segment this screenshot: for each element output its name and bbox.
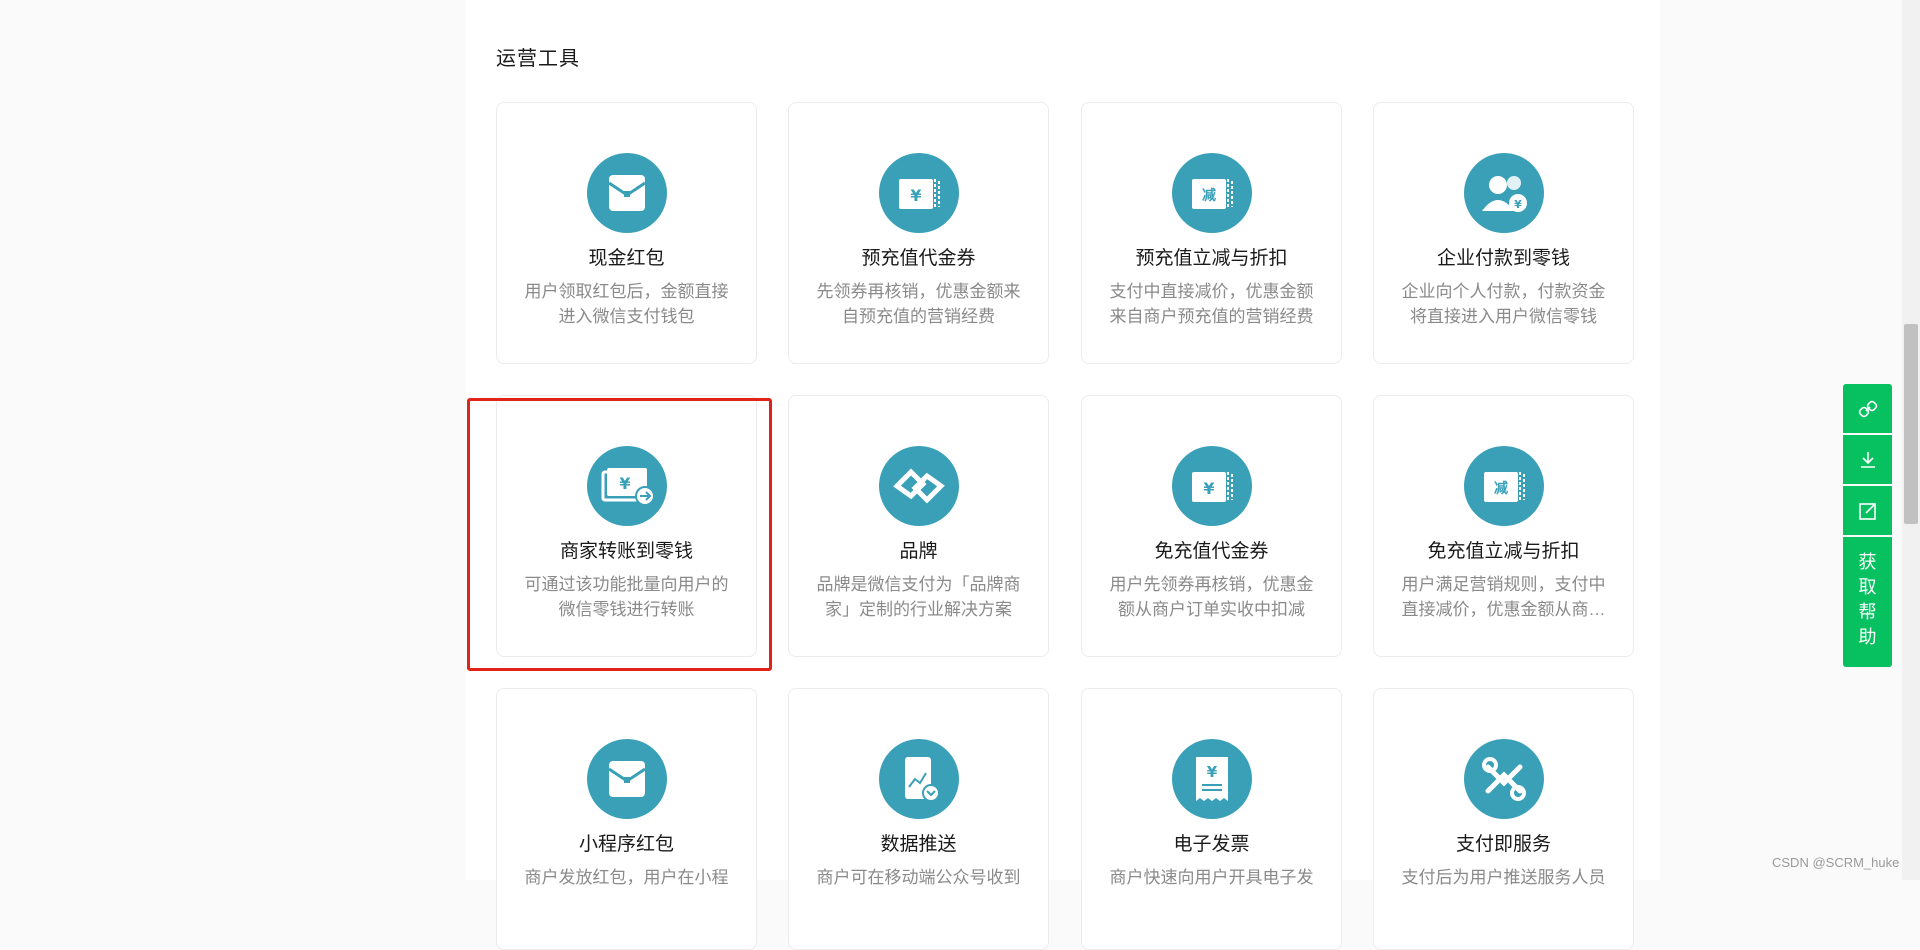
tool-card-pay-service[interactable]: 支付即服务 支付后为用户推送服务人员 [1373, 688, 1634, 950]
card-title: 电子发票 [1173, 834, 1250, 855]
pay-service-icon [1464, 739, 1544, 819]
highlight-annotation-box [467, 398, 772, 671]
copy-link-button[interactable] [1843, 384, 1892, 433]
watermark-text: CSDN @SCRM_huke [1772, 855, 1900, 870]
download-button[interactable] [1843, 435, 1892, 484]
card-description: 支付后为用户推送服务人员 [1401, 868, 1606, 887]
scrollbar-thumb[interactable] [1904, 324, 1918, 524]
section-title: 运营工具 [496, 48, 580, 70]
tool-card-prepaid-discount[interactable]: 减 预充值立减与折扣 支付中直接减价，优惠金额 来自商户预充值的营销经费 [1081, 102, 1342, 364]
svg-text:减: 减 [1202, 187, 1216, 204]
e-invoice-icon: ¥ [1172, 739, 1252, 819]
tool-card-free-coupon[interactable]: ¥ 免充值代金券 用户先领券再核销，优惠金 额从商户订单实收中扣减 [1081, 395, 1342, 657]
edit-icon [1859, 503, 1876, 520]
card-title: 品牌 [899, 541, 938, 562]
card-description: 支付中直接减价，优惠金额 来自商户预充值的营销经费 [1109, 282, 1314, 326]
card-description: 先领券再核销，优惠金额来 自预充值的营销经费 [816, 282, 1021, 326]
tool-card-enterprise-payment[interactable]: ¥ 企业付款到零钱 企业向个人付款，付款资金 将直接进入用户微信零钱 [1373, 102, 1634, 364]
tool-card-brand[interactable]: 品牌 品牌是微信支付为「品牌商 家」定制的行业解决方案 [788, 395, 1049, 657]
card-title: 免充值代金券 [1154, 541, 1269, 562]
svg-text:¥: ¥ [1514, 198, 1522, 211]
card-title: 支付即服务 [1455, 834, 1551, 855]
brand-link-icon [879, 446, 959, 526]
red-envelope-icon [587, 739, 667, 819]
floating-toolbar: 获 取 帮 助 [1843, 384, 1892, 667]
card-description: 品牌是微信支付为「品牌商 家」定制的行业解决方案 [816, 575, 1021, 619]
tool-card-data-push[interactable]: 数据推送 商户可在移动端公众号收到 [788, 688, 1049, 950]
discount-coupon-icon: 减 [1464, 446, 1544, 526]
svg-text:¥: ¥ [910, 186, 921, 205]
link-icon [1858, 400, 1878, 418]
tool-card-mini-program-red-packet[interactable]: 小程序红包 商户发放红包，用户在小程 [496, 688, 757, 950]
card-description: 用户满足营销规则，支付中 直接减价，优惠金额从商… [1401, 575, 1606, 619]
get-help-button[interactable]: 获 取 帮 助 [1843, 537, 1892, 667]
card-title: 企业付款到零钱 [1436, 248, 1570, 269]
card-title: 现金红包 [588, 248, 665, 269]
card-description: 商户可在移动端公众号收到 [816, 868, 1021, 887]
tool-card-e-invoice[interactable]: ¥ 电子发票 商户快速向用户开具电子发 [1081, 688, 1342, 950]
card-description: 商户快速向用户开具电子发 [1109, 868, 1314, 887]
card-title: 数据推送 [880, 834, 957, 855]
feedback-edit-button[interactable] [1843, 486, 1892, 535]
svg-text:减: 减 [1494, 480, 1508, 497]
tool-card-free-discount[interactable]: 减 免充值立减与折扣 用户满足营销规则，支付中 直接减价，优惠金额从商… [1373, 395, 1634, 657]
download-icon [1861, 452, 1875, 468]
tool-card-cash-red-packet[interactable]: 现金红包 用户领取红包后，金额直接 进入微信支付钱包 [496, 102, 757, 364]
card-title: 免充值立减与折扣 [1427, 541, 1580, 562]
card-title: 小程序红包 [578, 834, 674, 855]
card-description: 用户先领券再核销，优惠金 额从商户订单实收中扣减 [1109, 575, 1314, 619]
card-title: 预充值代金券 [861, 248, 976, 269]
card-title: 预充值立减与折扣 [1135, 248, 1288, 269]
yuan-coupon-icon: ¥ [1172, 446, 1252, 526]
yuan-coupon-icon: ¥ [879, 153, 959, 233]
card-description: 企业向个人付款，付款资金 将直接进入用户微信零钱 [1401, 282, 1606, 326]
discount-coupon-icon: 减 [1172, 153, 1252, 233]
tool-card-prepaid-coupon[interactable]: ¥ 预充值代金券 先领券再核销，优惠金额来 自预充值的营销经费 [788, 102, 1049, 364]
svg-text:¥: ¥ [1207, 763, 1218, 781]
card-description: 商户发放红包，用户在小程 [524, 868, 729, 887]
enterprise-payment-icon: ¥ [1464, 153, 1544, 233]
card-description: 用户领取红包后，金额直接 进入微信支付钱包 [524, 282, 729, 326]
red-envelope-icon [587, 153, 667, 233]
data-push-icon [879, 739, 959, 819]
svg-text:¥: ¥ [1203, 479, 1214, 498]
